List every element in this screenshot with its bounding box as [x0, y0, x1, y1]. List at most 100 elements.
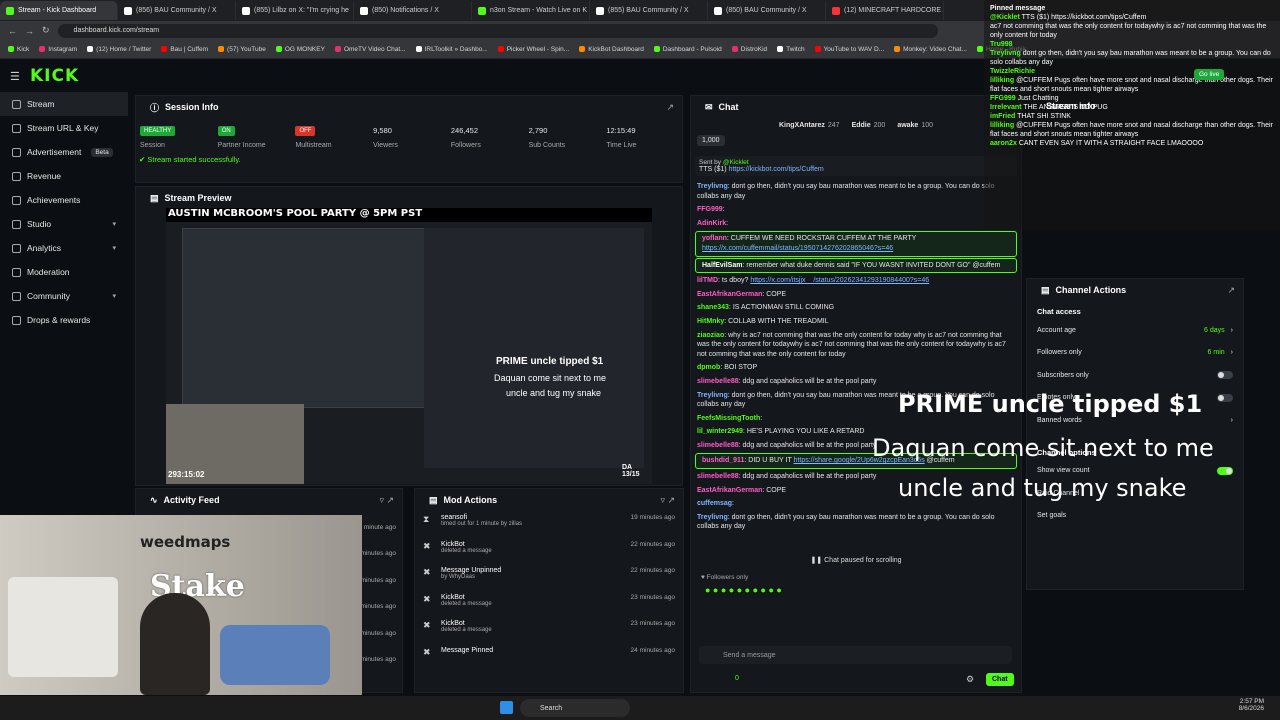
chat-username[interactable]: Treylivng: [697, 514, 728, 521]
chat-message[interactable]: EastAfrikanGerman: COPE: [691, 288, 1021, 302]
toggle-switch[interactable]: [1217, 466, 1233, 475]
bookmark[interactable]: Kick: [8, 46, 29, 53]
browser-tab[interactable]: (12) MINECRAFT HARDCORE A: [826, 1, 944, 20]
browser-tab[interactable]: Stream - Kick Dashboard: [0, 1, 118, 20]
chat-message[interactable]: HalfEvilSam: remember what duke dennis s…: [695, 257, 1017, 274]
pinned-link[interactable]: https://kickbot.com/tips/Cuffem: [729, 166, 824, 173]
sidebar-item[interactable]: Revenue: [0, 164, 128, 188]
chat-username[interactable]: HalfEvilSam: [702, 262, 742, 269]
chat-input[interactable]: Send a message: [699, 646, 1012, 664]
top-gifter[interactable]: Eddie 200: [852, 122, 886, 129]
chat-message[interactable]: slimebelle88: ddg and capaholics will be…: [691, 375, 1021, 389]
popout-icon[interactable]: ↗: [666, 102, 674, 113]
mod-action-row[interactable]: ✖ Message Unpinned by WhyDaas 22 minutes ag…: [415, 564, 683, 591]
chat-message[interactable]: ziaoziao: why is ac7 not comming that wa…: [691, 329, 1021, 362]
chat-username[interactable]: lil_winter2949: [697, 428, 743, 435]
browser-tab[interactable]: (855) BAU Community / X: [590, 1, 708, 20]
chat-paused[interactable]: ❚❚ Chat paused for scrolling: [691, 556, 1021, 564]
mod-action-row[interactable]: ✖ KickBot deleted a message 22 minutes ago: [415, 538, 683, 565]
chat-settings-icon[interactable]: ⚙: [966, 674, 974, 685]
mod-action-row[interactable]: ✖ Message Pinned 24 minutes ago: [415, 644, 683, 671]
bookmark[interactable]: Twitch: [777, 46, 805, 53]
toggle-switch[interactable]: [1217, 393, 1233, 402]
sidebar-item[interactable]: Stream URL & Key: [0, 116, 128, 140]
chat-message[interactable]: Treylivng: dont go then, didn't you say …: [691, 511, 1021, 534]
sidebar-item[interactable]: Community ▾: [0, 284, 128, 308]
chat-username[interactable]: Treylivng: [697, 183, 728, 190]
chat-access-row[interactable]: Account age 6 days ›: [1027, 319, 1243, 342]
bookmark[interactable]: OmeTV Video Chat...: [334, 46, 406, 53]
browser-tab[interactable]: (856) BAU Community / X: [118, 1, 236, 20]
sidebar-item[interactable]: Stream: [0, 92, 128, 116]
chat-username[interactable]: EastAfrikanGerman: [697, 291, 762, 298]
chat-access-row[interactable]: Subscribers only: [1027, 364, 1243, 387]
windows-start-icon[interactable]: [500, 701, 513, 714]
top-gifter[interactable]: awake 100: [897, 122, 933, 129]
browser-tab[interactable]: (850) BAU Community / X: [708, 1, 826, 20]
sidebar-item[interactable]: Analytics ▾: [0, 236, 128, 260]
reload-icon[interactable]: ↻: [42, 25, 50, 36]
bookmark[interactable]: YouTube to WAV D...: [814, 46, 884, 53]
mod-filter-icon[interactable]: ▿ ↗: [660, 495, 675, 506]
chat-username[interactable]: slimebelle88: [697, 442, 739, 449]
filter-icon[interactable]: ▿ ↗: [379, 495, 394, 506]
url-field[interactable]: dashboard.kick.com/stream: [57, 23, 938, 38]
chat-username[interactable]: ziaoziao: [697, 332, 724, 339]
sidebar-item[interactable]: Drops & rewards: [0, 308, 128, 332]
chat-message[interactable]: Treylivng: dont go then, didn't you say …: [691, 180, 1021, 203]
chat-link[interactable]: https://x.com/cuffemmail/status/19507142…: [702, 245, 893, 252]
chat-username[interactable]: FeefsMissingTooth: [697, 415, 760, 422]
go-live-button[interactable]: Go live: [1194, 69, 1225, 80]
chat-username[interactable]: yoflann: [702, 235, 727, 242]
video-preview[interactable]: AUSTIN MCBROOM'S POOL PARTY @ 5PM PST PR…: [166, 208, 652, 484]
chat-username[interactable]: lilTMD: [697, 277, 718, 284]
bookmark[interactable]: KickBot Dashboard: [579, 46, 644, 53]
bookmark[interactable]: IRLToolkit » Dashbo...: [415, 46, 488, 53]
browser-tab[interactable]: (855) Lilbz on X: "I'm crying he: [236, 1, 354, 20]
chat-message[interactable]: HitMnky: COLLAB WITH THE TREADMIL: [691, 315, 1021, 329]
chat-access-row[interactable]: Followers only 6 min ›: [1027, 342, 1243, 365]
sidebar-item[interactable]: Achievements: [0, 188, 128, 212]
sidebar-item[interactable]: Moderation: [0, 260, 128, 284]
back-icon[interactable]: ←: [8, 26, 17, 36]
emote-bar[interactable]: ● ● ● ● ● ● ● ● ● ●: [691, 581, 1021, 599]
chat-username[interactable]: AdinKirk: [697, 220, 726, 227]
forward-icon[interactable]: →: [25, 26, 34, 36]
chat-send-button[interactable]: Chat: [986, 673, 1014, 686]
bookmark[interactable]: Monkey: Video Chat...: [894, 46, 967, 53]
mod-action-row[interactable]: ⧗ seansofi timed out for 1 minute by zilla…: [415, 511, 683, 538]
chat-username[interactable]: HitMnky: [697, 318, 724, 325]
chat-link[interactable]: https://x.com/itsjjx__/status/2026234129…: [750, 277, 929, 284]
toggle-switch[interactable]: [1217, 371, 1233, 380]
chat-message[interactable]: FFG999:: [691, 203, 1021, 217]
chat-username[interactable]: bushdid_911: [702, 457, 744, 464]
chat-username[interactable]: Treylivng: [697, 392, 728, 399]
chat-message[interactable]: yoflann: CUFFEM WE NEED ROCKSTAR CUFFEM …: [695, 231, 1017, 257]
chat-username[interactable]: shane343: [697, 304, 729, 311]
channel-option-row[interactable]: Set goals: [1027, 505, 1243, 528]
chat-message[interactable]: AdinKirk:: [691, 217, 1021, 231]
chat-username[interactable]: EastAfrikanGerman: [697, 487, 762, 494]
chat-username[interactable]: FFG999: [697, 206, 723, 213]
kick-logo[interactable]: KICK: [30, 66, 79, 86]
chat-message[interactable]: dpmob: BOI STOP: [691, 361, 1021, 375]
bookmark[interactable]: (57) YouTube: [218, 46, 266, 53]
bookmark[interactable]: Dashboard - Pulsoid: [653, 46, 722, 53]
pinned-message[interactable]: Sent by @Kicklet TTS ($1) https://kickbo…: [695, 156, 1017, 176]
browser-tab[interactable]: n3on Stream - Watch Live on K: [472, 1, 590, 20]
menu-icon[interactable]: ☰: [10, 70, 20, 83]
chat-username[interactable]: dpmob: [697, 364, 720, 371]
sidebar-item[interactable]: Advertisement Beta: [0, 140, 128, 164]
top-gifter[interactable]: KingXAntarez 247: [779, 122, 840, 129]
mod-action-row[interactable]: ✖ KickBot deleted a message 23 minutes ago: [415, 591, 683, 618]
channel-popout-icon[interactable]: ↗: [1227, 285, 1235, 296]
chat-username[interactable]: cuffemsag: [697, 500, 732, 507]
taskbar-search[interactable]: Search: [520, 699, 630, 717]
browser-tab[interactable]: (850) Notifications / X: [354, 1, 472, 20]
bookmark[interactable]: OG MONKEY: [275, 46, 325, 53]
mod-action-row[interactable]: ✖ KickBot deleted a message 23 minutes ago: [415, 617, 683, 644]
chat-username[interactable]: slimebelle88: [697, 473, 739, 480]
sidebar-item[interactable]: Studio ▾: [0, 212, 128, 236]
bookmark[interactable]: Bau | Cuffem: [161, 46, 208, 53]
chat-message[interactable]: lilTMD: ts dboy? https://x.com/itsjjx__/…: [691, 274, 1021, 288]
